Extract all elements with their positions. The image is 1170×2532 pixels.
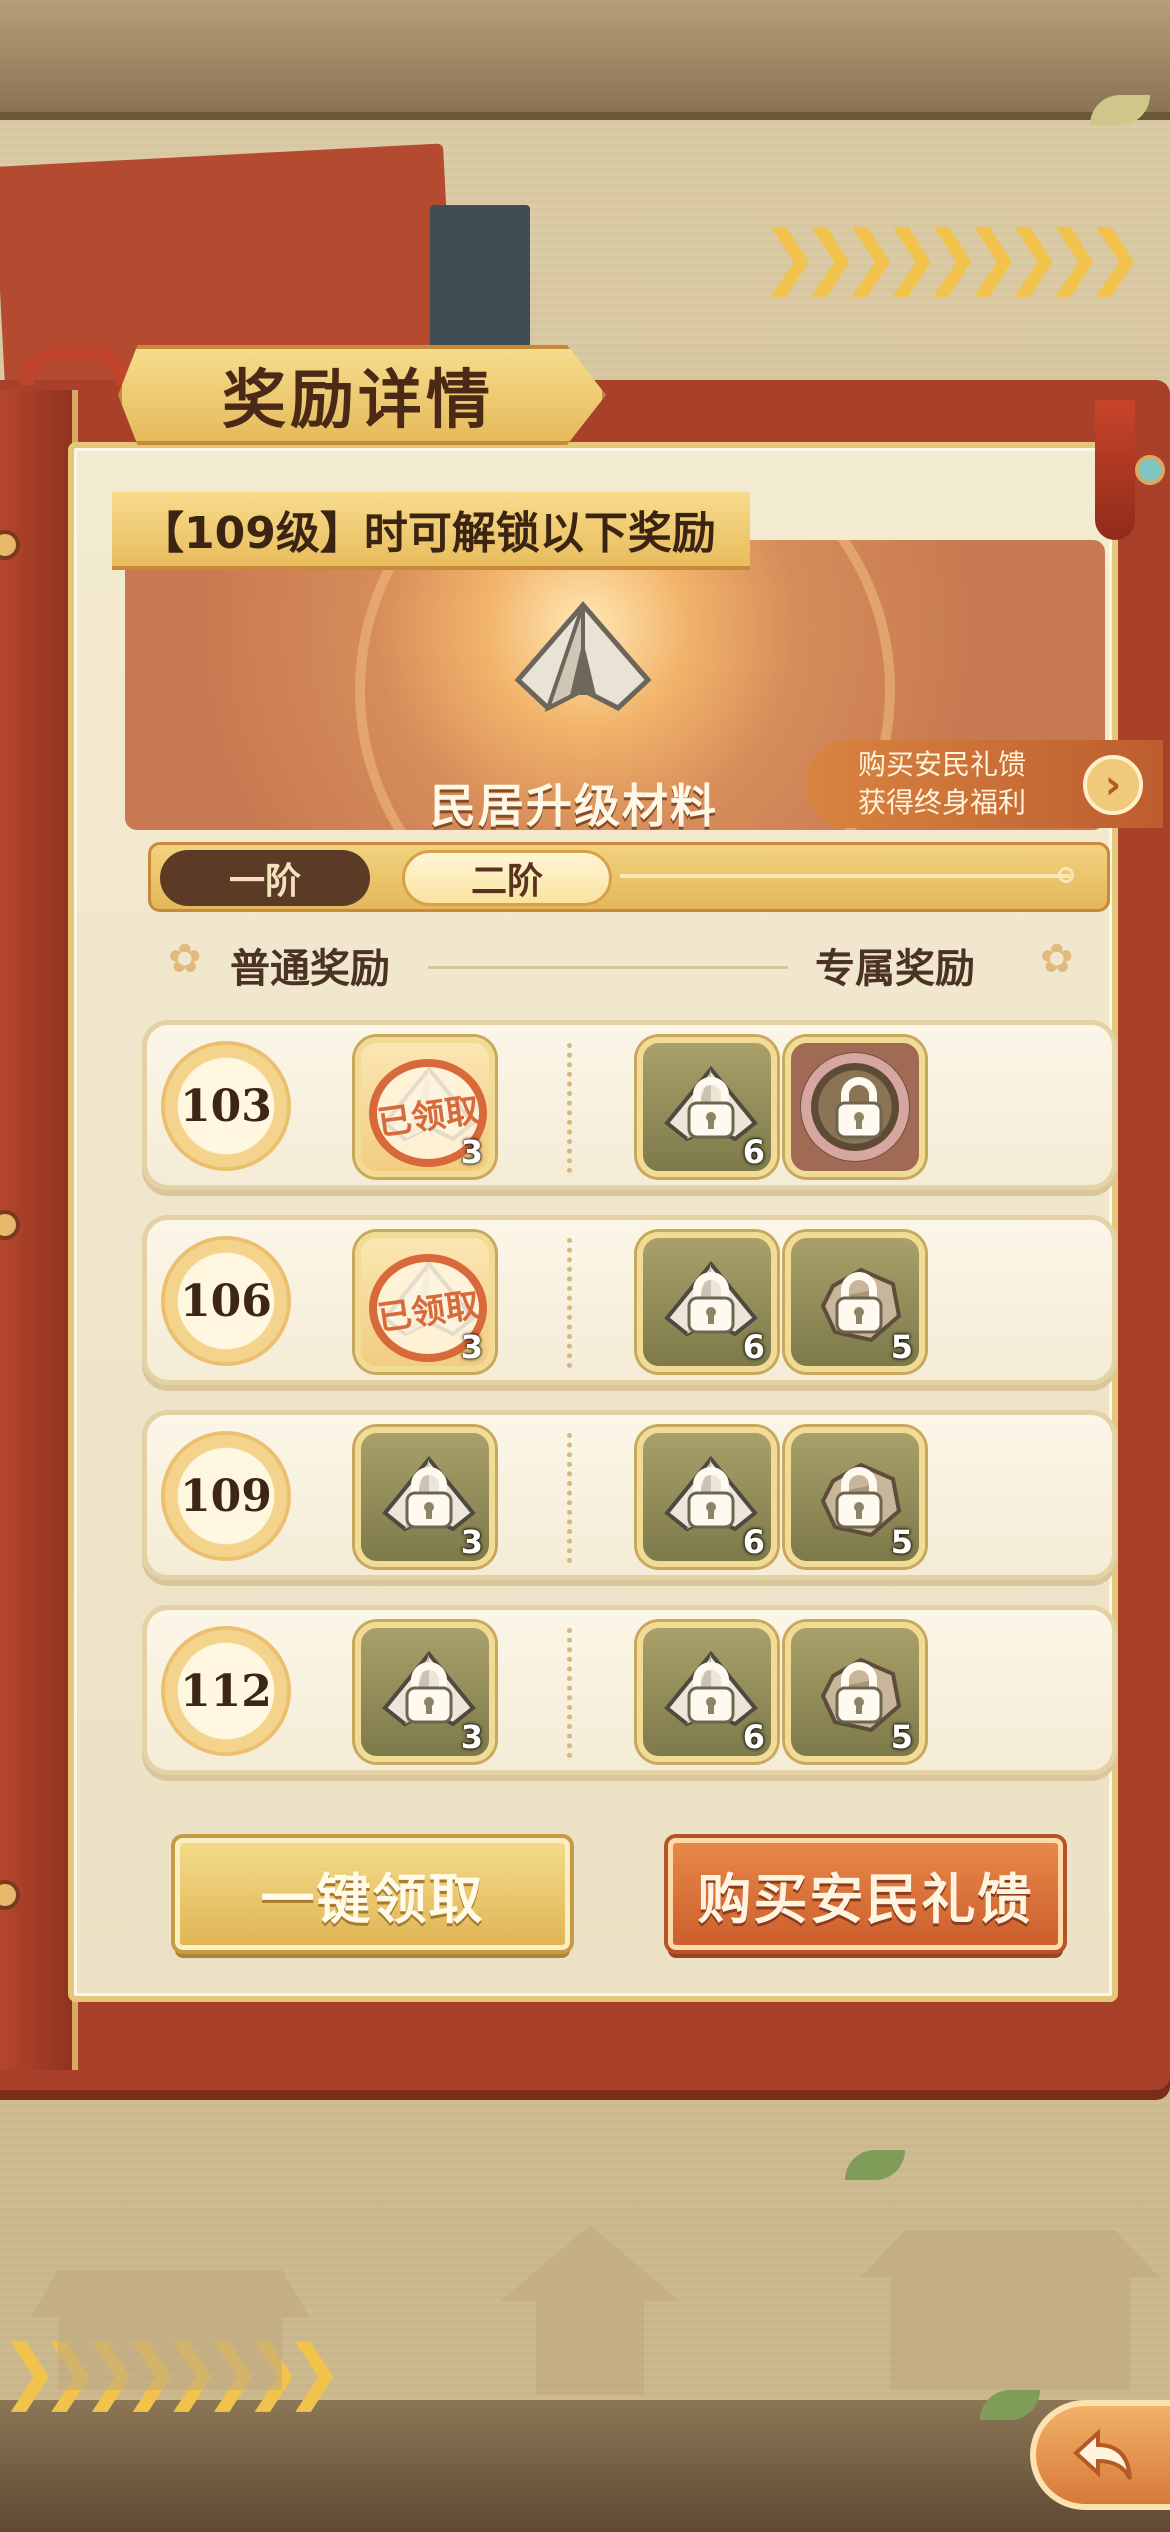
chevron-right-icon[interactable]: › (1083, 755, 1143, 815)
title-tab: 奖励详情 (118, 345, 606, 445)
reward-item[interactable]: 6 (637, 1232, 777, 1372)
exclusive-reward-header: 专属奖励 (815, 946, 975, 992)
wheat-decoration-icon: ❯❯❯❯❯❯❯❯❯ (760, 215, 1144, 297)
reward-row: 109 3 6 5 (142, 1410, 1117, 1580)
row-divider (567, 1433, 572, 1563)
tier-bar-dot (1058, 867, 1074, 883)
item-quantity: 5 (890, 1328, 913, 1366)
item-quantity: 3 (460, 1328, 483, 1366)
lock-icon (687, 1272, 735, 1334)
lock-icon (835, 1662, 883, 1724)
reward-item[interactable]: 已领取 3 (355, 1232, 495, 1372)
lock-icon (835, 1077, 883, 1139)
item-quantity: 5 (890, 1718, 913, 1756)
item-quantity: 6 (742, 1718, 765, 1756)
reward-item[interactable] (785, 1037, 925, 1177)
reward-item[interactable]: 6 (637, 1037, 777, 1177)
banner-item-name: 民居升级材料 (430, 779, 718, 833)
tab-tier-1[interactable]: 一阶 (160, 850, 370, 906)
row-divider (567, 1628, 572, 1758)
reward-row: 112 3 6 5 (142, 1605, 1117, 1775)
item-quantity: 6 (742, 1328, 765, 1366)
lock-icon (405, 1467, 453, 1529)
tier-bar-line (620, 874, 1070, 878)
building-silhouette (860, 2230, 1160, 2390)
reward-row: 106 已领取 3 6 5 (142, 1215, 1117, 1385)
back-arrow-icon (1073, 2428, 1132, 2480)
reward-row: 103 已领取 3 6 (142, 1020, 1117, 1190)
reward-item[interactable]: 3 (355, 1427, 495, 1567)
reward-item[interactable]: 3 (355, 1622, 495, 1762)
level-badge: 106 (161, 1236, 291, 1366)
building-silhouette (30, 2270, 310, 2390)
level-badge: 103 (161, 1041, 291, 1171)
item-quantity: 5 (890, 1523, 913, 1561)
lock-icon (835, 1467, 883, 1529)
item-quantity: 6 (742, 1133, 765, 1171)
page-title: 奖励详情 (222, 364, 494, 438)
reward-item[interactable]: 5 (785, 1622, 925, 1762)
item-quantity: 3 (460, 1133, 483, 1171)
lock-icon (687, 1077, 735, 1139)
lock-icon (405, 1662, 453, 1724)
back-button[interactable] (1030, 2400, 1170, 2510)
tent-icon (514, 601, 652, 713)
buy-gift-button[interactable]: 购买安民礼馈 (668, 1838, 1063, 1950)
item-quantity: 3 (460, 1523, 483, 1561)
row-divider (567, 1238, 572, 1368)
reward-item[interactable]: 5 (785, 1427, 925, 1567)
level-badge: 112 (161, 1626, 291, 1756)
normal-reward-header: 普通奖励 (230, 946, 390, 992)
level-badge: 109 (161, 1431, 291, 1561)
tassel-bead (1135, 455, 1165, 485)
lock-icon (687, 1467, 735, 1529)
reward-item[interactable]: 已领取 3 (355, 1037, 495, 1177)
flower-icon: ✿ (1040, 936, 1074, 982)
item-quantity: 6 (742, 1523, 765, 1561)
unlock-label: 【109级】时可解锁以下奖励 (112, 492, 750, 570)
tab-tier-2[interactable]: 二阶 (402, 850, 612, 906)
unlock-text: 【109级】时可解锁以下奖励 (140, 508, 716, 559)
lock-icon (835, 1272, 883, 1334)
claim-all-button[interactable]: 一键领取 (175, 1838, 570, 1950)
header-divider (428, 966, 788, 969)
lock-icon (687, 1662, 735, 1724)
tassel-decoration (1095, 400, 1135, 540)
reward-item[interactable]: 5 (785, 1232, 925, 1372)
item-quantity: 3 (460, 1718, 483, 1756)
reward-item[interactable]: 6 (637, 1622, 777, 1762)
flower-icon: ✿ (168, 936, 202, 982)
top-border (0, 0, 1170, 120)
reward-item[interactable]: 6 (637, 1427, 777, 1567)
row-divider (567, 1043, 572, 1173)
